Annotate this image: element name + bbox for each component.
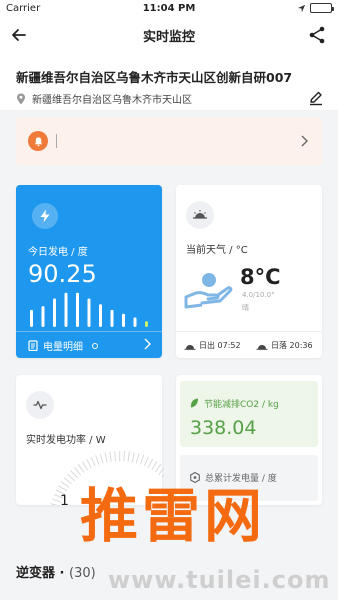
gauge-tick	[86, 458, 92, 469]
today-generation-card[interactable]: 今日发电 / 度 90.25 电量明细	[16, 185, 162, 358]
share-icon[interactable]	[306, 24, 328, 46]
station-name: 新疆维吾尔自治区乌鲁木齐市天山区创新自研007	[16, 70, 293, 85]
weather-divider	[176, 331, 322, 332]
generation-detail-link[interactable]: 电量明细	[28, 338, 98, 353]
gauge-tick	[90, 456, 96, 467]
gauge-tick	[99, 453, 104, 464]
generation-bar	[122, 313, 125, 327]
alert-banner[interactable]	[16, 117, 322, 165]
gauge-tick	[77, 464, 85, 473]
weather-condition: 晴	[242, 304, 249, 312]
clock: 11:04 PM	[142, 3, 196, 14]
inverter-title: 逆变器 ·	[16, 566, 65, 581]
location-arrow-icon	[297, 4, 306, 12]
document-icon	[28, 340, 38, 351]
generation-bar	[87, 298, 91, 327]
sunrise-time: 日出 07:52	[199, 341, 241, 350]
co2-label-row: 节能减排CO2 / kg	[190, 397, 279, 410]
lightning-icon	[32, 203, 58, 229]
gauge-tick	[63, 477, 73, 485]
gauge-tick	[104, 452, 108, 463]
generation-bar	[99, 304, 102, 327]
gauge-tick	[109, 451, 112, 462]
bell-icon	[28, 131, 48, 151]
co2-value: 338.04	[190, 417, 257, 439]
power-label: 实时发电功率 / W	[26, 435, 106, 446]
gauge-tick	[74, 466, 82, 476]
gauge-tick	[60, 481, 70, 488]
status-icons	[297, 3, 334, 13]
status-dot-icon	[92, 342, 98, 349]
gauge-tick	[154, 463, 162, 473]
gauge-tick	[143, 456, 149, 467]
generation-bar	[110, 309, 114, 327]
watermark-url: www.tuilei.com	[108, 566, 331, 594]
co2-label: 节能减排CO2 / kg	[204, 400, 279, 410]
sunrise-icon	[186, 201, 214, 229]
generation-bar	[133, 317, 137, 327]
gauge-tick	[81, 461, 89, 471]
weather-card[interactable]: 当前天气 / °C 8°C 4.0/10.0° 晴 日出 07:52 日落 20…	[176, 185, 322, 358]
sunrise-small-icon	[184, 344, 196, 350]
generation-bar	[41, 306, 45, 327]
gauge-tick	[50, 503, 58, 505]
gauge-tick	[127, 451, 130, 462]
pulse-icon	[26, 391, 54, 419]
generation-detail-label: 电量明细	[43, 342, 83, 353]
chevron-right-icon	[144, 338, 151, 350]
edit-icon[interactable]	[308, 90, 324, 106]
gauge-tick	[161, 474, 164, 478]
battery-icon	[310, 3, 334, 13]
gauge-tick	[158, 467, 164, 475]
leaf-icon	[190, 398, 198, 408]
gauge-tick	[135, 453, 140, 464]
gauge-tick	[151, 460, 158, 471]
weather-temperature: 8°C	[240, 265, 281, 289]
sunset-small-icon	[256, 344, 268, 350]
station-header: 新疆维吾尔自治区乌鲁木齐市天山区创新自研007 新疆维吾尔自治区乌鲁木齐市天山区	[0, 52, 338, 110]
station-address: 新疆维吾尔自治区乌鲁木齐市天山区	[32, 95, 192, 106]
watermark: 推雷网 www.tuilei.com	[80, 484, 338, 600]
generation-bar	[145, 321, 148, 327]
status-bar: Carrier 11:04 PM	[0, 0, 338, 18]
gauge-tick	[131, 452, 135, 463]
weather-label: 当前天气 / °C	[186, 245, 248, 256]
generation-bar	[30, 309, 33, 327]
sunset-time: 日落 20:36	[271, 341, 313, 350]
gauge-tick	[95, 455, 100, 465]
gauge-tick	[123, 451, 126, 462]
gauge-tick	[70, 470, 78, 479]
gauge-tick	[114, 451, 116, 462]
alert-divider	[56, 134, 57, 148]
chevron-right-icon	[301, 135, 308, 147]
page-title: 实时监控	[142, 30, 195, 45]
generation-divider	[16, 331, 162, 332]
weather-range: 4.0/10.0°	[242, 291, 275, 299]
gauge-tick	[66, 473, 75, 482]
generation-bar	[64, 292, 68, 327]
generation-value: 90.25	[28, 260, 97, 288]
navigation-bar: 实时监控	[0, 18, 338, 52]
gauge-tick	[139, 454, 145, 465]
generation-bar	[53, 298, 56, 327]
generation-label: 今日发电 / 度	[28, 247, 88, 258]
gauge-tick	[147, 458, 154, 468]
sunrise-row: 日出 07:52	[184, 340, 241, 351]
station-address-row: 新疆维吾尔自治区乌鲁木齐市天山区	[16, 91, 192, 106]
generation-bar-graphic	[30, 292, 148, 327]
gauge-tick	[58, 485, 68, 492]
generation-bar	[76, 292, 79, 327]
co2-panel: 节能减排CO2 / kg 338.04	[180, 381, 318, 447]
location-pin-icon	[17, 93, 25, 104]
power-value: 1	[60, 493, 69, 509]
hand-sun-icon	[184, 273, 233, 309]
watermark-text: 推雷网	[80, 482, 267, 550]
sunset-row: 日落 20:36	[256, 340, 313, 351]
